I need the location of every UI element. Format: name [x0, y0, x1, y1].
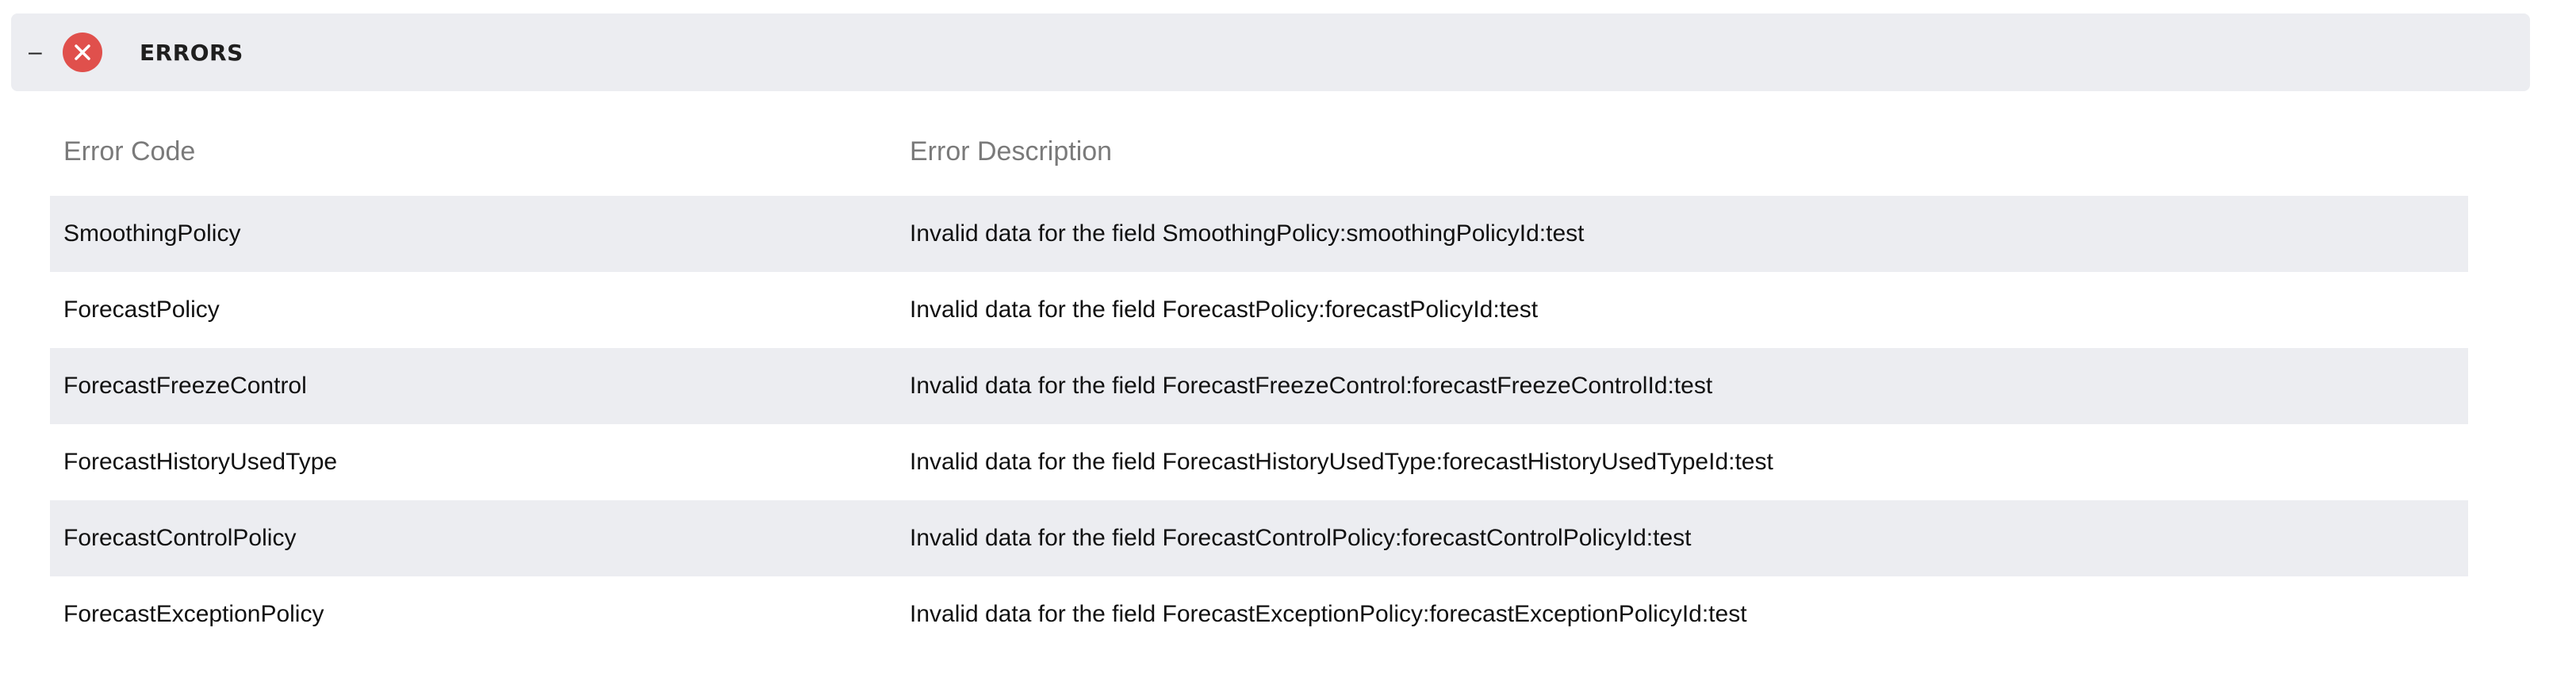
error-description-cell: Invalid data for the field ForecastFreez… [910, 373, 1713, 399]
error-code-cell: ForecastExceptionPolicy [63, 601, 324, 627]
error-code-cell: SmoothingPolicy [63, 220, 241, 247]
error-description-cell: Invalid data for the field ForecastContr… [910, 525, 1692, 551]
error-description-cell: Invalid data for the field ForecastExcep… [910, 601, 1747, 627]
error-description-cell: Invalid data for the field ForecastPolic… [910, 297, 1539, 323]
table-row[interactable]: ForecastExceptionPolicy Invalid data for… [50, 576, 2468, 652]
error-code-cell: ForecastControlPolicy [63, 525, 297, 551]
table-row[interactable]: ForecastControlPolicy Invalid data for t… [50, 500, 2468, 576]
table-body: SmoothingPolicy Invalid data for the fie… [50, 196, 2468, 652]
error-description-cell: Invalid data for the field SmoothingPoli… [910, 220, 1585, 247]
error-close-icon [63, 33, 102, 72]
column-header-error-code[interactable]: Error Code [63, 135, 195, 168]
errors-panel: – ERRORS Error Code Error Description Sm… [0, 0, 2576, 685]
collapse-toggle-button[interactable]: – [29, 33, 52, 72]
panel-title: ERRORS [140, 40, 243, 66]
collapse-icon: – [29, 39, 42, 65]
error-description-cell: Invalid data for the field ForecastHisto… [910, 449, 1773, 475]
error-code-cell: ForecastFreezeControl [63, 373, 307, 399]
table-row[interactable]: SmoothingPolicy Invalid data for the fie… [50, 196, 2468, 272]
table-header-row: Error Code Error Description [50, 119, 2468, 196]
table-row[interactable]: ForecastFreezeControl Invalid data for t… [50, 348, 2468, 424]
errors-table: Error Code Error Description SmoothingPo… [50, 119, 2468, 652]
error-code-cell: ForecastPolicy [63, 297, 220, 323]
table-row[interactable]: ForecastPolicy Invalid data for the fiel… [50, 272, 2468, 348]
table-row[interactable]: ForecastHistoryUsedType Invalid data for… [50, 424, 2468, 500]
errors-panel-header[interactable]: – ERRORS [11, 13, 2530, 91]
column-header-error-description[interactable]: Error Description [910, 135, 1112, 168]
error-code-cell: ForecastHistoryUsedType [63, 449, 338, 475]
